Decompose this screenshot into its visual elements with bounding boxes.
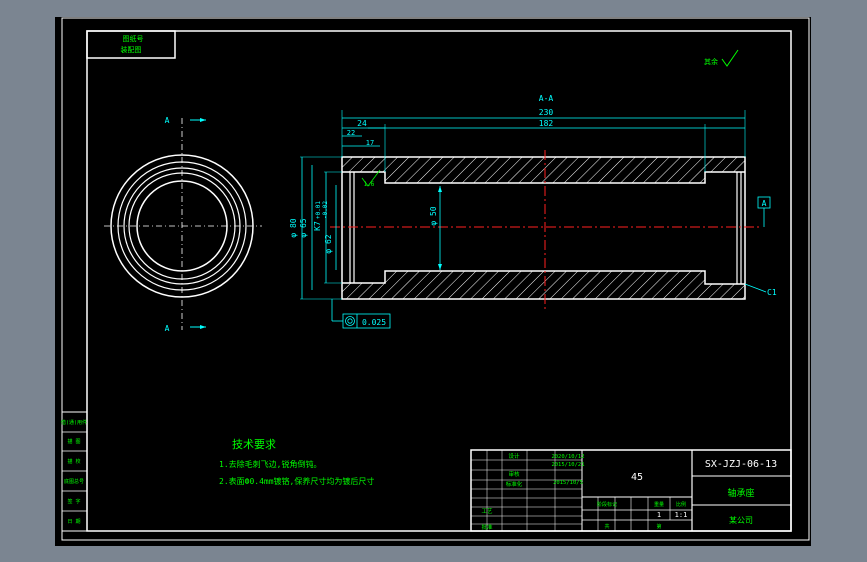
side-table-cell-4: 底图总号 <box>64 478 84 485</box>
dim-22-label: 22 <box>347 129 355 137</box>
dim-dia65-label: φ 65 <box>299 218 308 237</box>
label-scale: 比例 <box>676 501 686 508</box>
side-table-cell-2: 描 图 <box>67 438 80 445</box>
role-check: 审核 <box>508 470 520 478</box>
dim-24-label: 24 <box>357 119 367 128</box>
tech-item-1: 1.去除毛刺飞边,锐角倒钝。 <box>219 459 321 469</box>
tech-heading: 技术要求 <box>232 438 276 451</box>
section-view-label: A-A <box>539 94 554 103</box>
label-sheet-of: 共 <box>604 523 609 530</box>
cad-drawing-canvas: 图纸号 装配图 其余 A A A-A 230 182 24 22 17 φ 80… <box>55 17 811 546</box>
label-stage: 阶段标记 <box>597 501 617 508</box>
cut-mark-top-label: A <box>165 116 170 125</box>
date-3: 2015/10/5 <box>553 480 583 486</box>
tolerance-value: 0.025 <box>362 318 386 327</box>
side-table-cell-3: 描 校 <box>67 458 80 465</box>
dim-17-label: 17 <box>366 139 374 147</box>
side-table-cell-6: 日 期 <box>67 519 80 525</box>
material-value: 45 <box>631 472 643 483</box>
stamp-line-2: 装配图 <box>121 45 142 54</box>
dim-bore-fit-lower: -0.02 <box>322 201 329 219</box>
role-approve: 批准 <box>481 523 493 531</box>
dim-230-label: 230 <box>539 108 554 117</box>
dim-bore-fit-label: K7 <box>313 221 322 231</box>
side-table-cell-1: 借(通)用件 <box>61 419 87 426</box>
role-std: 标准化 <box>506 480 523 488</box>
part-name: 轴承座 <box>727 487 754 499</box>
roughness-bore-value: 1.6 <box>364 181 375 188</box>
dim-182-label: 182 <box>539 119 554 128</box>
scale-value: 1:1 <box>675 511 688 519</box>
label-weight: 重量 <box>654 501 664 508</box>
chamfer-label: C1 <box>767 288 777 297</box>
dim-bore-fit-upper: +0.01 <box>315 201 322 219</box>
roughness-corner-label: 其余 <box>704 57 718 66</box>
dim-dia62-label: φ 62 <box>324 234 333 253</box>
company-name: 某公司 <box>729 516 753 525</box>
dim-dia50-label: φ 50 <box>429 206 438 225</box>
date-1: 2020/10/12 <box>551 454 584 460</box>
drawing-number: SX-JZJ-06-13 <box>705 459 777 470</box>
role-design: 设计 <box>508 452 520 460</box>
dim-dia80-label: φ 80 <box>289 218 298 237</box>
side-table-cell-5: 签 字 <box>67 498 80 505</box>
stamp-line-1: 图纸号 <box>123 34 144 43</box>
tech-item-2: 2.表面Ф0.4mm镀铬,保养尺寸均为镀后尺寸 <box>219 476 374 486</box>
label-sheet-no: 第 <box>656 523 661 530</box>
date-2: 2015/10/21 <box>551 462 584 468</box>
cut-mark-bottom-label: A <box>165 324 170 333</box>
sheet-count: 1 <box>657 511 661 519</box>
role-tech: 工艺 <box>481 508 493 515</box>
datum-label: A <box>762 199 767 208</box>
